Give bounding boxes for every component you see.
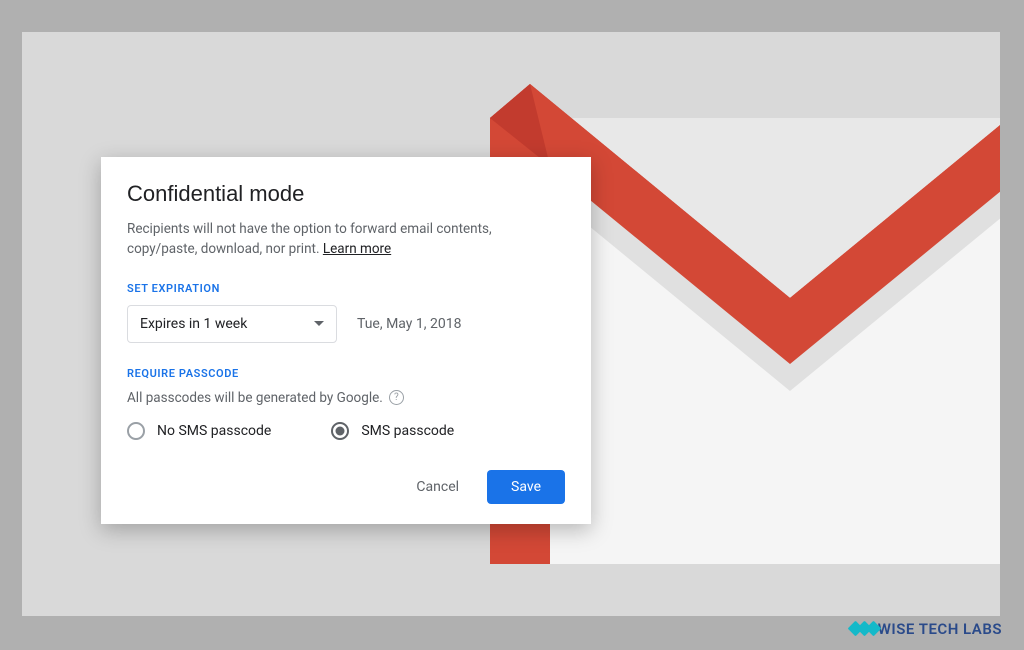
expiration-select[interactable]: Expires in 1 week (127, 305, 337, 343)
expiration-date: Tue, May 1, 2018 (357, 316, 461, 332)
radio-sms-label: SMS passcode (361, 423, 454, 439)
radio-no-sms-label: No SMS passcode (157, 423, 271, 439)
passcode-radio-group: No SMS passcode SMS passcode (127, 422, 565, 440)
wise-tech-labs-icon (850, 618, 872, 640)
passcode-hint-text: All passcodes will be generated by Googl… (127, 390, 383, 406)
passcode-hint: All passcodes will be generated by Googl… (127, 390, 565, 406)
cancel-button[interactable]: Cancel (406, 471, 469, 503)
radio-sms-passcode[interactable]: SMS passcode (331, 422, 454, 440)
watermark: WISE TECH LABS (850, 618, 1002, 640)
require-passcode-label: REQUIRE PASSCODE (127, 367, 565, 380)
stage-background: Confidential mode Recipients will not ha… (22, 32, 1000, 616)
dialog-description-text: Recipients will not have the option to f… (127, 221, 492, 257)
watermark-text: WISE TECH LABS (878, 620, 1002, 638)
learn-more-link[interactable]: Learn more (323, 241, 391, 257)
radio-checked-icon (331, 422, 349, 440)
confidential-mode-dialog: Confidential mode Recipients will not ha… (101, 157, 591, 524)
chevron-down-icon (314, 321, 324, 326)
radio-unchecked-icon (127, 422, 145, 440)
dialog-title: Confidential mode (127, 181, 565, 207)
expiration-row: Expires in 1 week Tue, May 1, 2018 (127, 305, 565, 343)
dialog-button-row: Cancel Save (127, 470, 565, 504)
dialog-description: Recipients will not have the option to f… (127, 219, 565, 260)
expiration-select-value: Expires in 1 week (140, 316, 247, 332)
radio-no-sms-passcode[interactable]: No SMS passcode (127, 422, 271, 440)
set-expiration-label: SET EXPIRATION (127, 282, 565, 295)
help-icon[interactable]: ? (389, 390, 404, 405)
save-button[interactable]: Save (487, 470, 565, 504)
